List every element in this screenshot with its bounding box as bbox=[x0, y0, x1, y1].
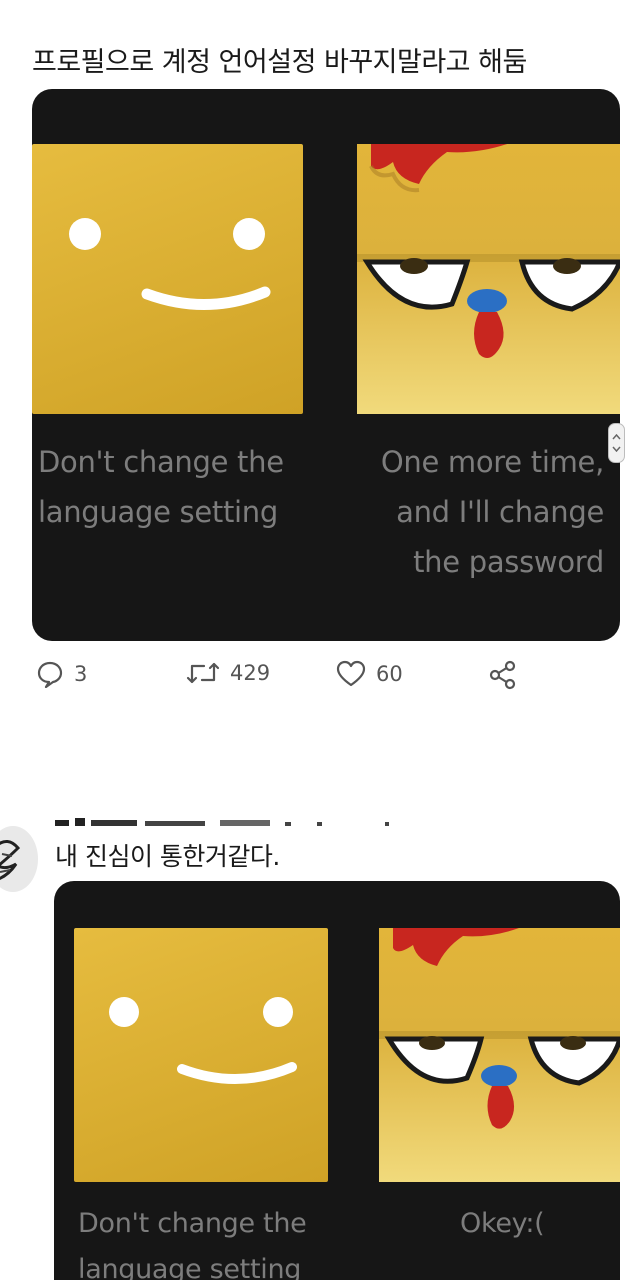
post-text: 프로필으로 계정 언어설정 바꾸지말라고 해둠 bbox=[32, 47, 527, 78]
chicken-avatar bbox=[357, 144, 620, 414]
avatar-sketch-icon bbox=[0, 840, 21, 881]
cropped-header-fragment bbox=[55, 812, 395, 828]
image-card[interactable]: Don't change the language setting Okey:( bbox=[54, 881, 620, 1280]
chicken-face-icon bbox=[357, 144, 620, 358]
right-caption: One more time, and I'll change the passw… bbox=[380, 445, 604, 579]
left-caption: Don't change the language setting bbox=[78, 1208, 307, 1280]
reply-button[interactable]: 3 bbox=[36, 660, 87, 688]
chevron-up-icon bbox=[612, 434, 621, 440]
chicken-avatar bbox=[379, 928, 620, 1182]
share-icon bbox=[489, 660, 516, 690]
speech-bubble-icon bbox=[37, 661, 63, 688]
smiley-face-icon bbox=[69, 218, 271, 310]
scroll-handle[interactable] bbox=[608, 423, 625, 463]
left-caption: Don't change the language setting bbox=[38, 445, 284, 529]
retweet-icon bbox=[186, 662, 220, 684]
like-button[interactable]: 60 bbox=[336, 660, 403, 688]
right-caption: Okey:( bbox=[460, 1208, 545, 1239]
retweet-button[interactable]: 429 bbox=[186, 660, 270, 686]
smiley-face-icon bbox=[109, 997, 297, 1084]
retweet-count: 429 bbox=[230, 661, 271, 685]
image-card[interactable]: Don't change the language setting One mo… bbox=[32, 89, 620, 641]
cropped-text-fragment bbox=[55, 818, 389, 826]
chicken-face-icon bbox=[379, 928, 620, 1129]
tweet-actions: 3 429 60 bbox=[36, 660, 536, 696]
post-text: 내 진심이 통한거같다. bbox=[55, 842, 280, 871]
heart-icon bbox=[336, 660, 366, 687]
chevron-down-icon bbox=[612, 446, 621, 452]
user-avatar[interactable] bbox=[0, 826, 38, 892]
smiley-avatar bbox=[74, 928, 328, 1182]
reply-count: 3 bbox=[74, 662, 88, 686]
like-count: 60 bbox=[376, 662, 403, 686]
share-button[interactable] bbox=[488, 660, 518, 690]
smiley-avatar bbox=[32, 144, 303, 414]
